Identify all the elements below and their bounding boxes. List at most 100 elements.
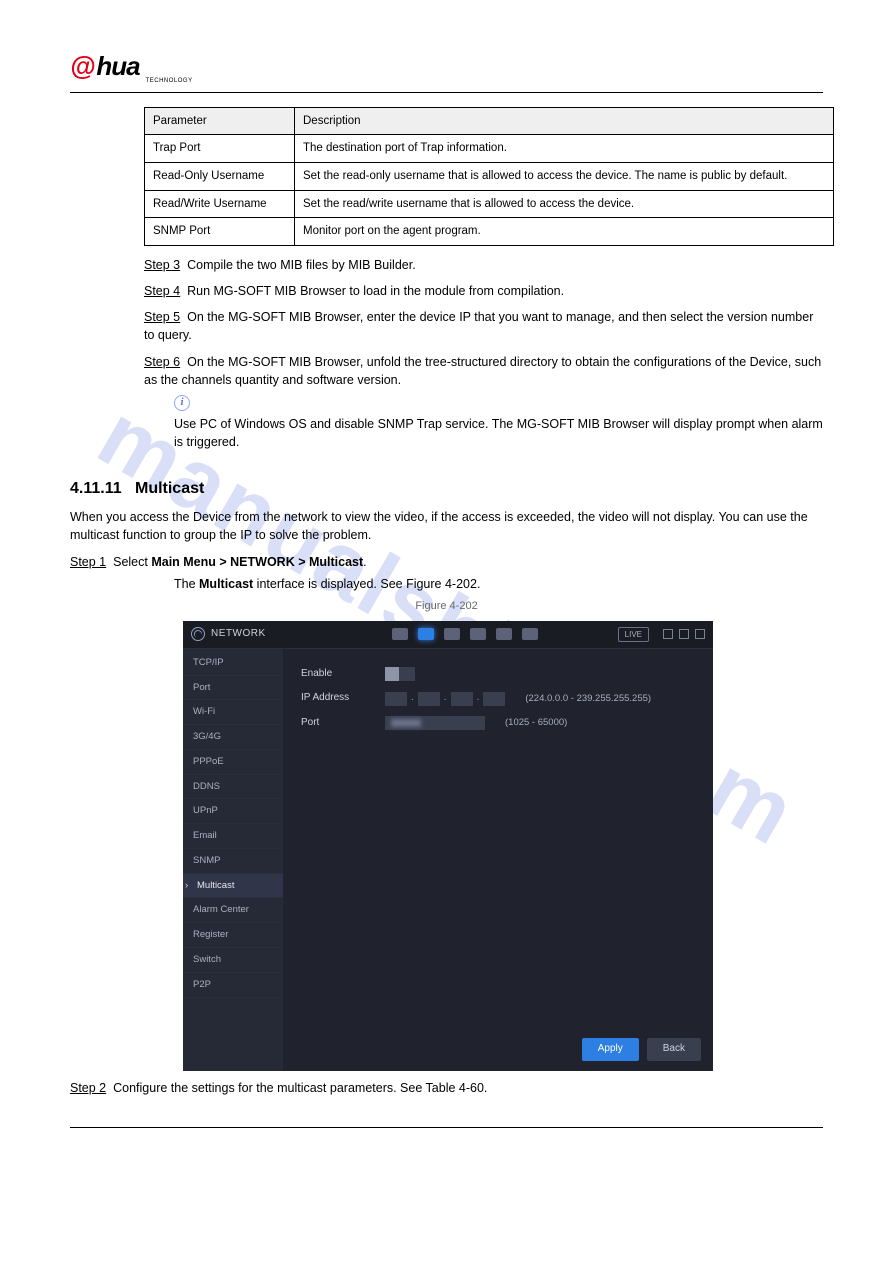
label-ip-address: IP Address [301, 691, 371, 706]
sidebar-item-alarm-center[interactable]: Alarm Center [183, 898, 283, 923]
sidebar-item-ddns[interactable]: DDNS [183, 775, 283, 800]
section-step-2: Step 2 Configure the settings for the mu… [70, 1079, 823, 1097]
globe-icon [191, 627, 205, 641]
section-number: 4.11.11 [70, 480, 122, 497]
sidebar-item-pppoe[interactable]: PPPoE [183, 750, 283, 775]
section-description: When you access the Device from the netw… [70, 508, 823, 544]
result-prefix: The [174, 577, 199, 591]
live-badge: LIVE [618, 627, 649, 643]
storage-icon[interactable] [444, 628, 460, 640]
shot-header: NETWORK LIVE [183, 621, 713, 649]
ip-range-hint: (224.0.0.0 - 239.255.255.255) [525, 692, 651, 706]
step-5-label: Step 5 [144, 310, 180, 324]
sidebar-item-snmp[interactable]: SNMP [183, 849, 283, 874]
row-ip: IP Address . . . (224.0.0.0 - 239.255.25… [301, 691, 695, 706]
shot-title: NETWORK [211, 627, 266, 642]
layout-icon[interactable] [679, 629, 689, 639]
sidebar-item-wifi[interactable]: Wi-Fi [183, 700, 283, 725]
port-range-hint: (1025 - 65000) [505, 716, 567, 730]
sidebar-item-tcpip[interactable]: TCP/IP [183, 651, 283, 676]
step-4-label: Step 4 [144, 284, 180, 298]
label-port: Port [301, 716, 371, 731]
table-row: Read-Only Username Set the read-only use… [145, 163, 834, 191]
step-4: Step 4 Run MG-SOFT MIB Browser to load i… [144, 282, 823, 300]
step-5: Step 5 On the MG-SOFT MIB Browser, enter… [144, 308, 823, 344]
step-3-label: Step 3 [144, 258, 180, 272]
logo-at-glyph: @ [70, 48, 94, 86]
multicast-screenshot: NETWORK LIVE TCP/IP [183, 621, 713, 1071]
network-icon[interactable] [418, 628, 434, 640]
shot-main-panel: Enable IP Address . . . (224.0.0.0 - 239… [283, 649, 713, 1071]
sidebar-item-port[interactable]: Port [183, 676, 283, 701]
brand-logo: @ hua TECHNOLOGY [70, 48, 823, 86]
ip-octet-3[interactable] [451, 692, 473, 706]
ip-octet-4[interactable] [483, 692, 505, 706]
section-step-1-label: Step 1 [70, 555, 106, 569]
system-icon[interactable] [470, 628, 486, 640]
ip-octet-2[interactable] [418, 692, 440, 706]
step-4-body: Run MG-SOFT MIB Browser to load in the m… [187, 284, 564, 298]
section-result-1: The Multicast interface is displayed. Se… [174, 575, 823, 593]
port-field[interactable] [385, 716, 485, 730]
cell-param: Read/Write Username [145, 190, 295, 218]
sidebar-item-email[interactable]: Email [183, 824, 283, 849]
result-suffix: interface is displayed. See Figure 4-202… [253, 577, 480, 591]
row-port: Port (1025 - 65000) [301, 716, 695, 731]
figure-caption: Figure 4-202 [70, 599, 823, 615]
user-icon[interactable] [663, 629, 673, 639]
row-enable: Enable [301, 667, 695, 682]
tip-block: i [174, 393, 823, 411]
cell-desc: Set the read-only username that is allow… [295, 163, 834, 191]
sidebar-item-multicast[interactable]: Multicast [183, 874, 283, 899]
sidebar-item-upnp[interactable]: UPnP [183, 799, 283, 824]
cell-param: Read-Only Username [145, 163, 295, 191]
security-icon[interactable] [496, 628, 512, 640]
result-bold: Multicast [199, 577, 253, 591]
toggle-enable[interactable] [385, 667, 415, 681]
tip-text: Use PC of Windows OS and disable SNMP Tr… [174, 415, 823, 451]
account-icon[interactable] [522, 628, 538, 640]
table-row: Trap Port The destination port of Trap i… [145, 135, 834, 163]
top-nav-icons [392, 628, 538, 640]
apply-button[interactable]: Apply [582, 1038, 639, 1061]
step-6-body: On the MG-SOFT MIB Browser, unfold the t… [144, 355, 821, 387]
step-5-body: On the MG-SOFT MIB Browser, enter the de… [144, 310, 813, 342]
shot-sidebar: TCP/IP Port Wi-Fi 3G/4G PPPoE DDNS UPnP … [183, 649, 283, 1071]
step-6: Step 6 On the MG-SOFT MIB Browser, unfol… [144, 353, 823, 389]
table-header-parameter: Parameter [145, 107, 295, 135]
table-row: SNMP Port Monitor port on the agent prog… [145, 218, 834, 246]
logo-text-hua: hua [96, 48, 139, 86]
table-header-description: Description [295, 107, 834, 135]
cell-param: SNMP Port [145, 218, 295, 246]
ip-octet-1[interactable] [385, 692, 407, 706]
header-divider [70, 92, 823, 93]
sidebar-item-switch[interactable]: Switch [183, 948, 283, 973]
cell-desc: The destination port of Trap information… [295, 135, 834, 163]
step-3: Step 3 Compile the two MIB files by MIB … [144, 256, 823, 274]
header-right-icons [663, 629, 705, 639]
section-heading: 4.11.11 Multicast [70, 477, 823, 500]
section-step-1-path: Main Menu > NETWORK > Multicast [151, 555, 363, 569]
camera-icon[interactable] [392, 628, 408, 640]
section-step-2-text: Configure the settings for the multicast… [113, 1081, 487, 1095]
section-step-1: Step 1 Select Main Menu > NETWORK > Mult… [70, 553, 823, 571]
info-icon: i [174, 395, 190, 411]
parameter-table: Parameter Description Trap Port The dest… [144, 107, 834, 246]
section-step-1-text: Select [113, 555, 151, 569]
cell-desc: Monitor port on the agent program. [295, 218, 834, 246]
sidebar-item-register[interactable]: Register [183, 923, 283, 948]
shot-footer: Apply Back [582, 1038, 701, 1061]
step-3-body: Compile the two MIB files by MIB Builder… [187, 258, 416, 272]
sidebar-item-3g4g[interactable]: 3G/4G [183, 725, 283, 750]
footer-divider [70, 1127, 823, 1128]
table-row: Read/Write Username Set the read/write u… [145, 190, 834, 218]
back-button[interactable]: Back [647, 1038, 701, 1061]
close-icon[interactable] [695, 629, 705, 639]
section-step-2-label: Step 2 [70, 1081, 106, 1095]
ip-input-group: . . . [385, 691, 505, 706]
label-enable: Enable [301, 667, 371, 682]
cell-param: Trap Port [145, 135, 295, 163]
section-step-1-tail: . [363, 555, 366, 569]
cell-desc: Set the read/write username that is allo… [295, 190, 834, 218]
sidebar-item-p2p[interactable]: P2P [183, 973, 283, 998]
